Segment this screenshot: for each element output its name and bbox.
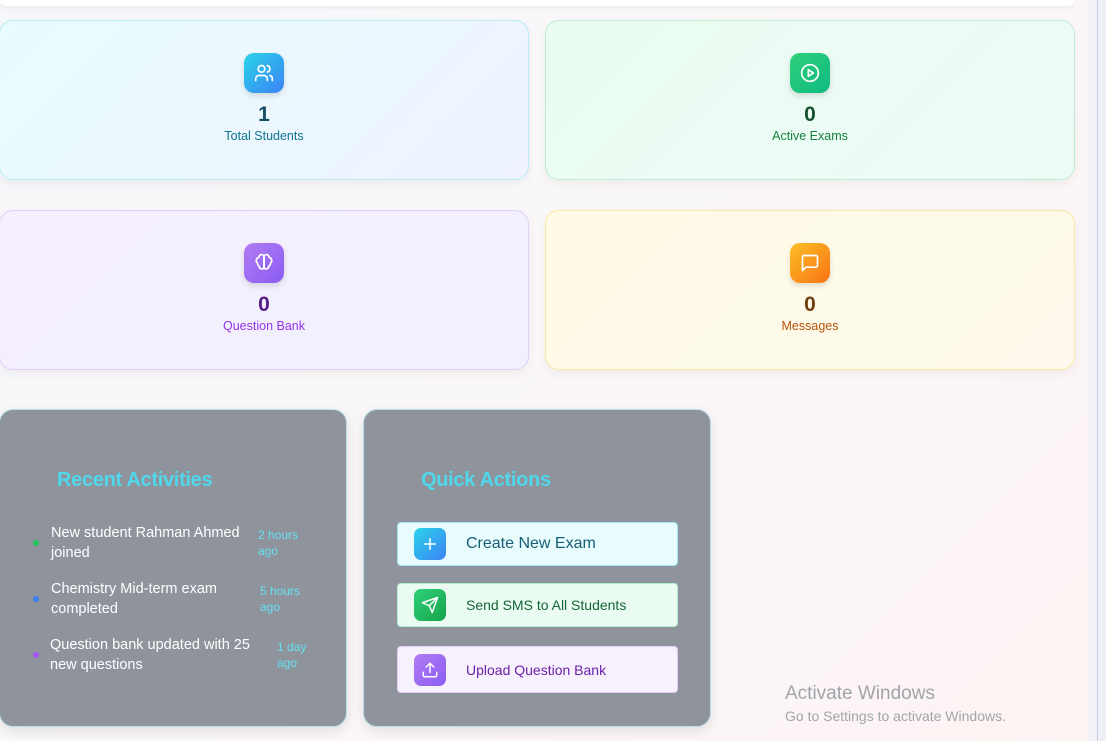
stat-label: Total Students (224, 129, 304, 143)
stat-card-active-exams[interactable]: 0 Active Exams (545, 20, 1075, 180)
users-icon (244, 53, 284, 93)
stat-label: Question Bank (223, 319, 305, 333)
stat-card-messages[interactable]: 0 Messages (545, 210, 1075, 370)
watermark-title: Activate Windows (785, 683, 935, 704)
panel-title: Quick Actions (421, 469, 551, 491)
activity-text: New student Rahman Ahmed joined (51, 525, 240, 561)
stat-label: Messages (781, 319, 839, 333)
button-label: Create New Exam (466, 535, 596, 552)
stat-card-total-students[interactable]: 1 Total Students (0, 20, 529, 180)
play-circle-icon (790, 53, 830, 93)
stat-label: Active Exams (772, 129, 848, 143)
stat-value: 0 (804, 103, 816, 126)
stat-card-question-bank[interactable]: 0 Question Bank (0, 210, 529, 370)
message-square-icon (790, 243, 830, 283)
status-dot (33, 596, 39, 602)
send-sms-button[interactable]: Send SMS to All Students (397, 583, 678, 627)
plus-icon (414, 528, 446, 560)
top-panel-edge (0, 0, 1074, 6)
right-border-line (1097, 0, 1098, 741)
button-label: Send SMS to All Students (466, 597, 627, 613)
upload-question-bank-button[interactable]: Upload Question Bank (397, 646, 678, 693)
stat-value: 1 (258, 103, 270, 126)
activity-time: 1 day ago (277, 640, 307, 670)
create-exam-button[interactable]: Create New Exam (397, 522, 678, 566)
quick-actions-panel: Quick Actions Create New Exam Send SMS t… (363, 409, 711, 727)
activate-windows-watermark: Activate Windows Go to Settings to activ… (785, 683, 1006, 726)
activity-text: Chemistry Mid-term exam completed (51, 581, 217, 617)
activity-text: Question bank updated with 25 new questi… (50, 637, 250, 673)
activity-time: 5 hours ago (260, 584, 301, 614)
recent-activities-panel: Recent Activities New student Rahman Ahm… (0, 409, 347, 727)
panel-title: Recent Activities (57, 469, 213, 491)
activity-time: 2 hours ago (258, 528, 299, 558)
upload-icon (414, 653, 446, 686)
watermark-subtitle: Go to Settings to activate Windows. (785, 708, 1006, 724)
stat-value: 0 (804, 293, 816, 316)
status-dot (33, 540, 39, 546)
status-dot (33, 652, 39, 658)
stat-value: 0 (258, 293, 270, 316)
button-label: Upload Question Bank (466, 661, 607, 678)
brain-icon (244, 243, 284, 283)
send-icon (414, 589, 446, 621)
